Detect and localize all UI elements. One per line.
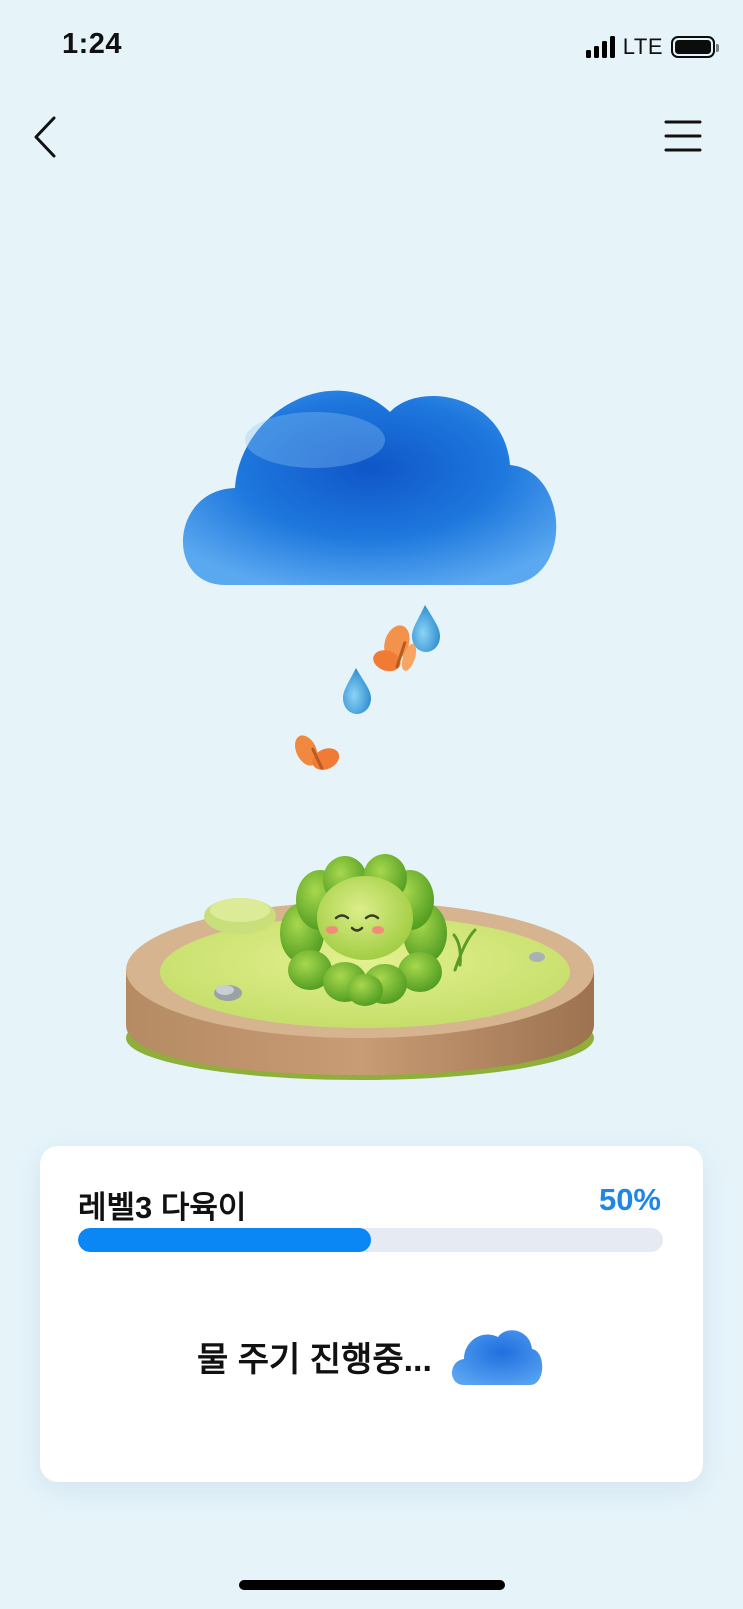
- butterfly: [295, 735, 340, 770]
- chevron-left-icon: [34, 116, 56, 158]
- watering-status: 물 주기 진행중...: [40, 1316, 703, 1396]
- rain-cloud: [182, 390, 557, 585]
- status-time: 1:24: [62, 28, 123, 60]
- watering-status-text: 물 주기 진행중...: [197, 1340, 432, 1379]
- water-drop: [343, 668, 371, 714]
- signal-icon: [585, 36, 615, 58]
- status-bar: 1:24 LTE: [0, 0, 743, 92]
- progress-fill: [78, 1228, 371, 1252]
- water-drop: [412, 605, 440, 652]
- progress-card: 레벨3 다육이 50% 물 주기 진행중...: [40, 1146, 703, 1482]
- back-button[interactable]: [26, 108, 70, 166]
- home-indicator[interactable]: [239, 1580, 505, 1590]
- plant-level-title: 레벨3 다육이: [78, 1190, 247, 1225]
- menu-button[interactable]: [663, 116, 703, 156]
- progress-percent: 50%: [598, 1182, 661, 1217]
- cloud-icon: [451, 1330, 543, 1385]
- progress-bar: [78, 1228, 663, 1252]
- plant-scene: [126, 390, 594, 1080]
- network-label: LTE: [622, 34, 663, 59]
- hamburger-menu-icon: [664, 120, 702, 152]
- battery-icon: [671, 36, 719, 58]
- status-indicators: LTE: [585, 34, 719, 60]
